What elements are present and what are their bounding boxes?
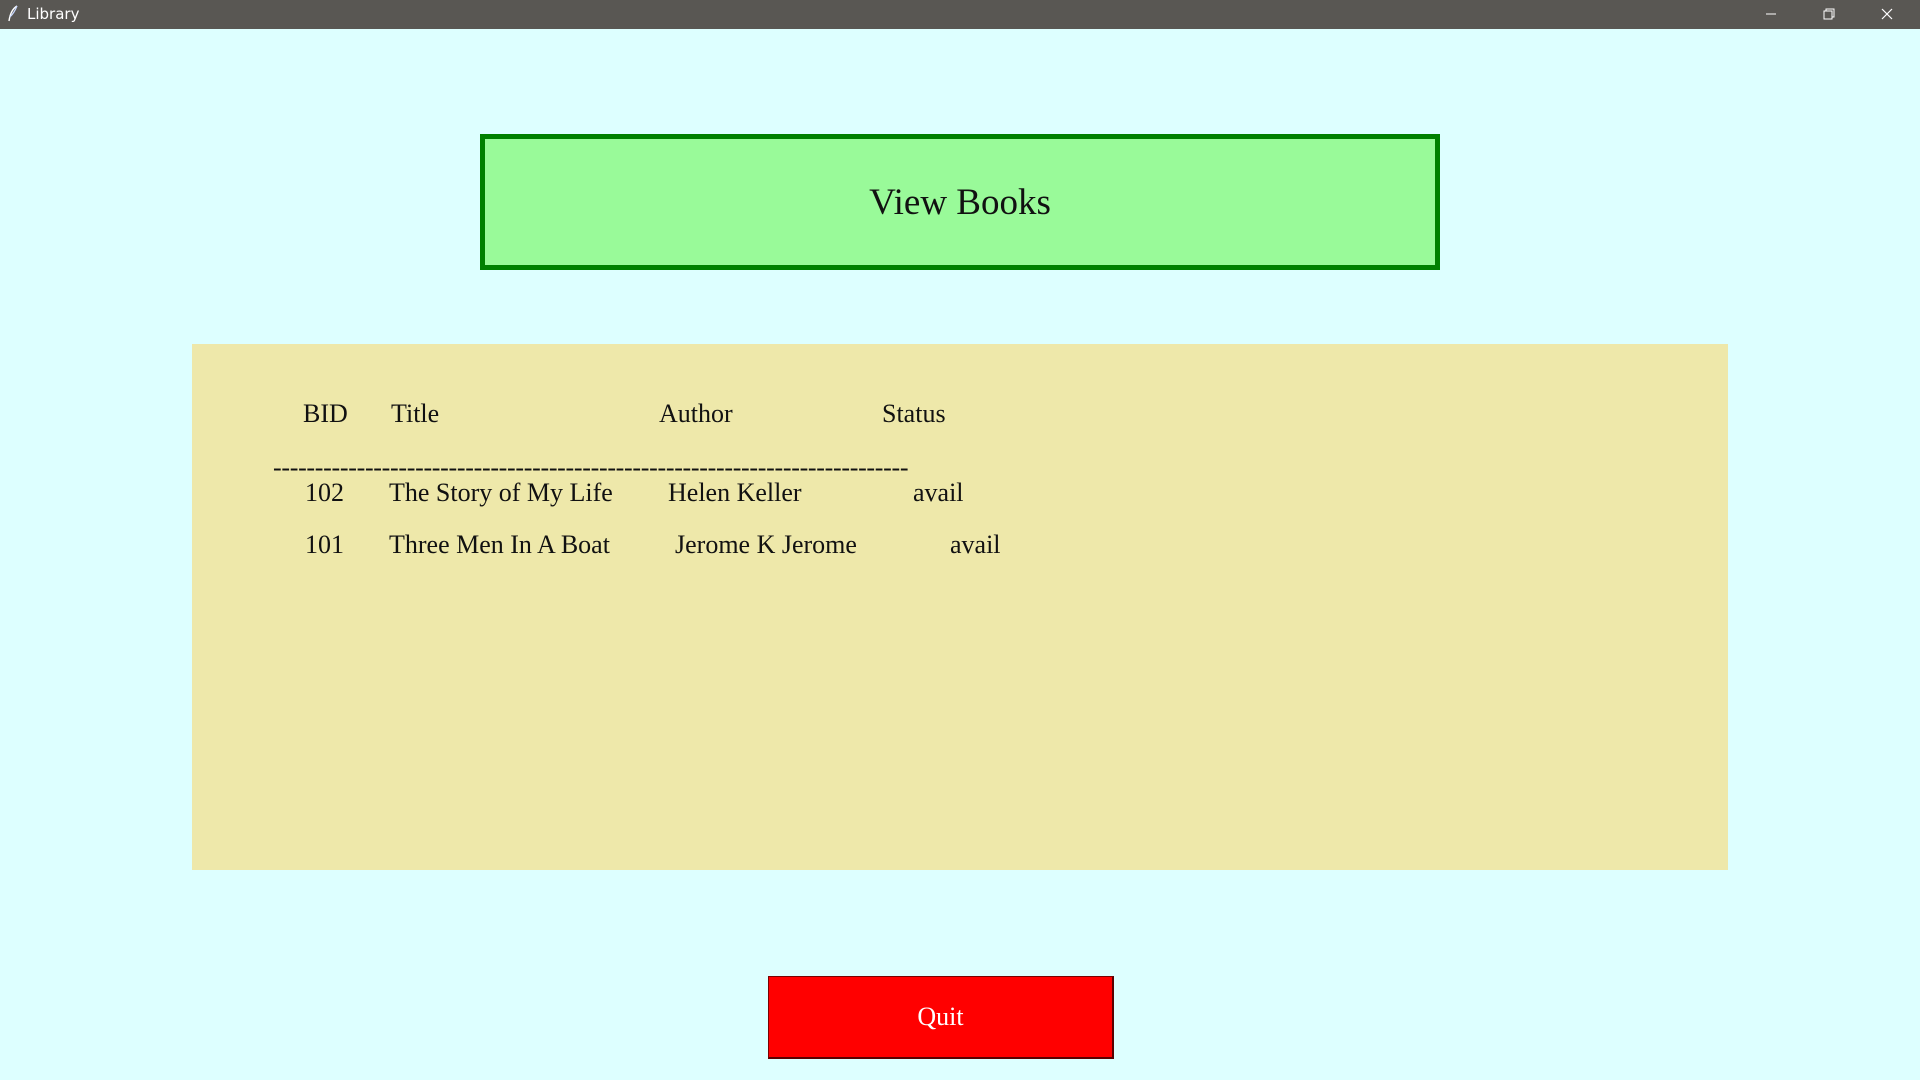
close-button[interactable]	[1858, 0, 1916, 29]
restore-button[interactable]	[1800, 0, 1858, 29]
table-row-2-title: Three Men In A Boat	[389, 530, 610, 559]
table-row-1-author: Helen Keller	[668, 478, 802, 507]
table-row-2-bid: 101	[305, 530, 344, 559]
table-row-1-title: The Story of My Life	[389, 478, 613, 507]
heading-frame: View Books	[480, 134, 1440, 270]
minimize-icon	[1765, 6, 1777, 24]
minimize-button[interactable]	[1742, 0, 1800, 29]
column-header-title: Title	[391, 399, 440, 428]
page-title: View Books	[869, 181, 1051, 223]
quit-button-label: Quit	[917, 1002, 964, 1031]
restore-icon	[1823, 6, 1835, 24]
table-row-2-status: avail	[950, 530, 1001, 559]
column-header-status: Status	[882, 399, 946, 428]
table-row-1-bid: 102	[305, 478, 344, 507]
quit-button[interactable]: Quit	[768, 976, 1114, 1059]
table-row-2-author: Jerome K Jerome	[675, 530, 857, 559]
column-header-author: Author	[659, 399, 733, 428]
close-icon	[1881, 6, 1893, 24]
table-row-1-status: avail	[913, 478, 964, 507]
column-header-bid: BID	[303, 399, 348, 428]
window-title: Library	[27, 5, 80, 23]
feather-icon	[7, 5, 19, 23]
window-titlebar[interactable]: Library	[0, 0, 1920, 29]
